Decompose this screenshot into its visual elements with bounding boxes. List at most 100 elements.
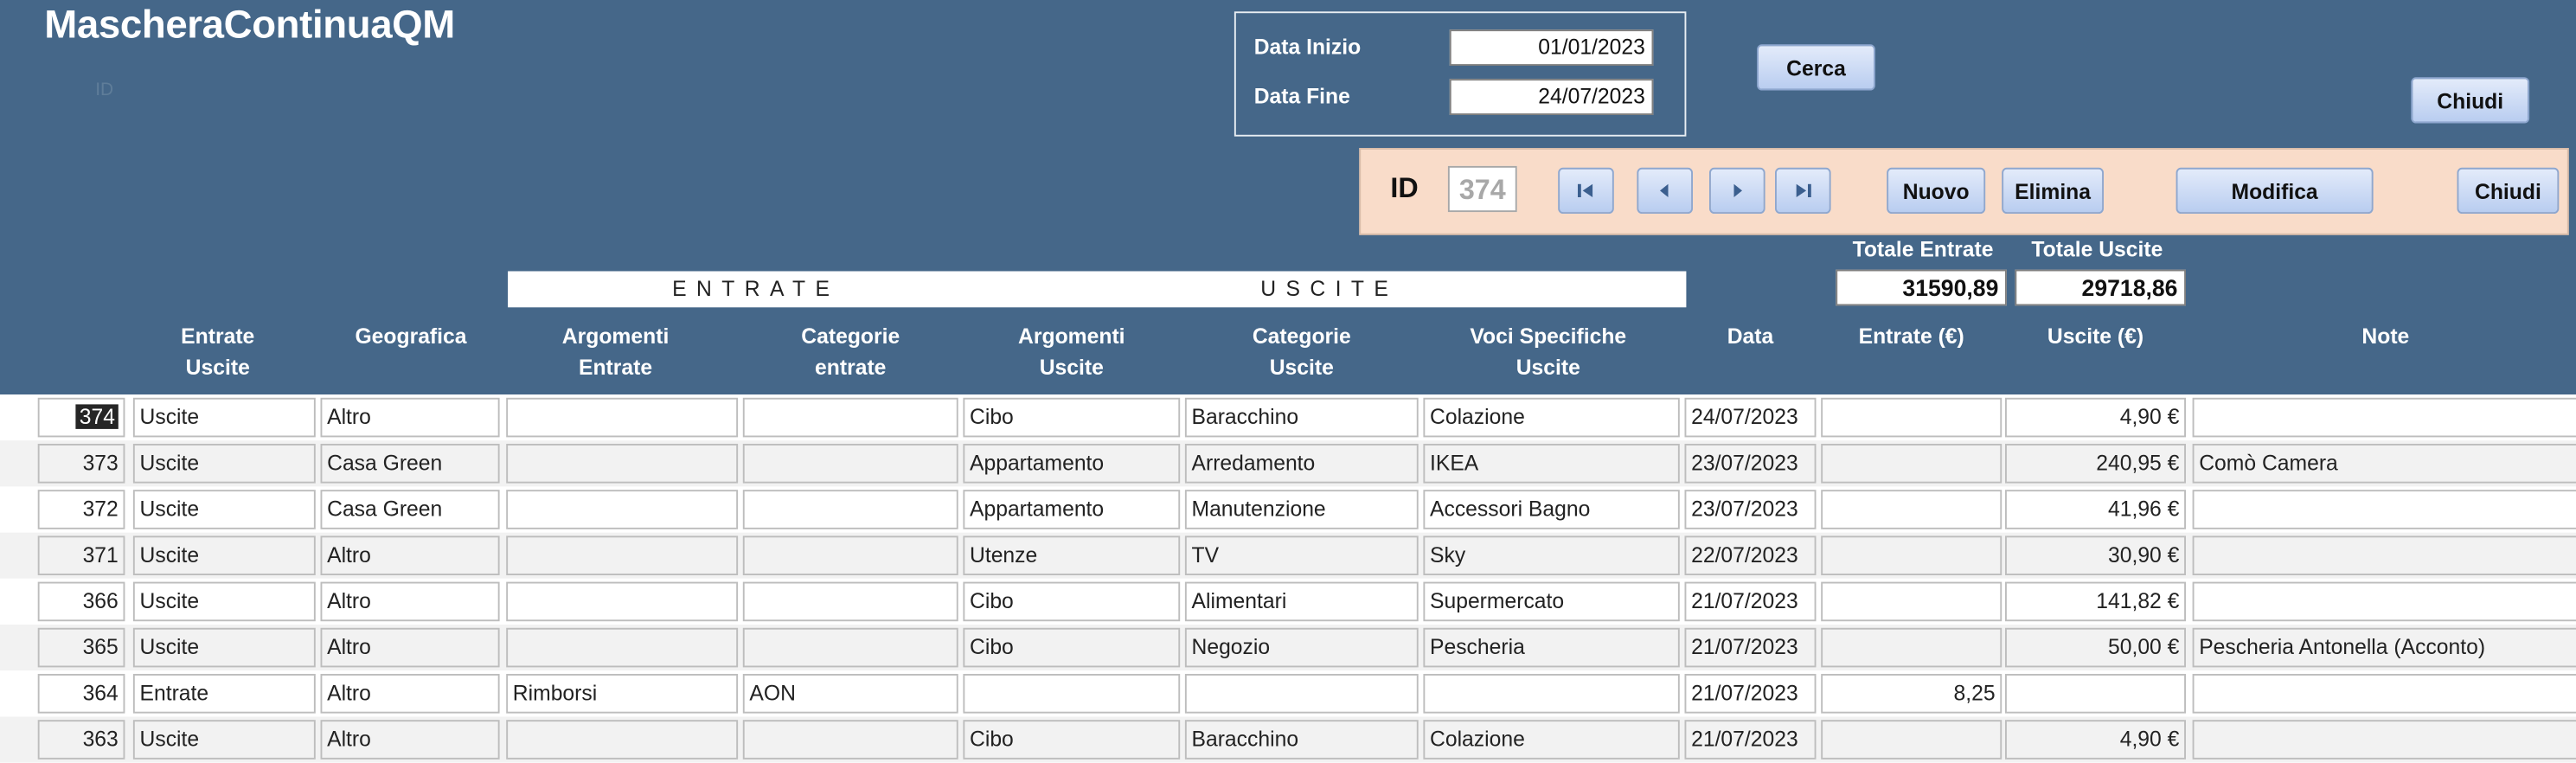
cat-uscite-cell[interactable]: Baracchino [1185, 720, 1419, 760]
arg-uscite-cell[interactable] [963, 674, 1180, 714]
geografica-cell[interactable]: Casa Green [321, 444, 500, 484]
arg-entrate-cell[interactable]: Rimborsi [506, 674, 738, 714]
uscite-eur-cell[interactable]: 30,90 € [2005, 535, 2186, 575]
entrate-eur-cell[interactable] [1821, 535, 2002, 575]
note-cell[interactable] [2193, 582, 2576, 622]
cat-uscite-cell[interactable]: Manutenzione [1185, 490, 1419, 529]
voce-specifica-cell[interactable]: Colazione [1423, 720, 1679, 760]
geografica-cell[interactable]: Altro [321, 398, 500, 438]
geografica-cell[interactable]: Altro [321, 674, 500, 714]
entrate-eur-cell[interactable] [1821, 628, 2002, 668]
tipo-cell[interactable]: Entrate [133, 674, 316, 714]
arg-uscite-cell[interactable]: Utenze [963, 535, 1180, 575]
id-cell[interactable]: 374 [38, 398, 125, 438]
cat-uscite-cell[interactable]: Alimentari [1185, 582, 1419, 622]
geografica-cell[interactable]: Altro [321, 628, 500, 668]
voce-specifica-cell[interactable] [1423, 674, 1679, 714]
data-cell[interactable]: 21/07/2023 [1685, 582, 1817, 622]
geografica-cell[interactable]: Casa Green [321, 490, 500, 529]
id-cell[interactable]: 363 [38, 720, 125, 760]
note-cell[interactable] [2193, 535, 2576, 575]
tipo-cell[interactable]: Uscite [133, 398, 316, 438]
voce-specifica-cell[interactable]: IKEA [1423, 444, 1679, 484]
new-record-button[interactable]: Nuovo [1887, 168, 1985, 214]
last-record-button[interactable] [1775, 168, 1831, 214]
close-button-nav[interactable]: Chiudi [2457, 168, 2560, 214]
first-record-button[interactable] [1558, 168, 1614, 214]
record-row[interactable]: 373UsciteCasa GreenAppartamentoArredamen… [0, 440, 2576, 486]
note-cell[interactable] [2193, 490, 2576, 529]
data-cell[interactable]: 23/07/2023 [1685, 490, 1817, 529]
cat-entrate-cell[interactable] [743, 535, 958, 575]
next-record-button[interactable] [1709, 168, 1765, 214]
id-cell[interactable]: 371 [38, 535, 125, 575]
record-row[interactable]: 366UsciteAltroCiboAlimentariSupermercato… [0, 579, 2576, 625]
previous-record-button[interactable] [1637, 168, 1693, 214]
entrate-eur-cell[interactable] [1821, 444, 2002, 484]
voce-specifica-cell[interactable]: Sky [1423, 535, 1679, 575]
cat-entrate-cell[interactable] [743, 490, 958, 529]
voce-specifica-cell[interactable]: Colazione [1423, 398, 1679, 438]
end-date-field[interactable]: 24/07/2023 [1450, 79, 1654, 115]
note-cell[interactable]: Comò Camera [2193, 444, 2576, 484]
cat-entrate-cell[interactable] [743, 444, 958, 484]
uscite-eur-cell[interactable]: 4,90 € [2005, 398, 2186, 438]
cat-uscite-cell[interactable]: TV [1185, 535, 1419, 575]
record-id-field[interactable]: 374 [1448, 166, 1517, 212]
cat-entrate-cell[interactable] [743, 398, 958, 438]
tipo-cell[interactable]: Uscite [133, 490, 316, 529]
note-cell[interactable] [2193, 398, 2576, 438]
voce-specifica-cell[interactable]: Supermercato [1423, 582, 1679, 622]
id-cell[interactable]: 364 [38, 674, 125, 714]
entrate-eur-cell[interactable] [1821, 490, 2002, 529]
uscite-eur-cell[interactable]: 240,95 € [2005, 444, 2186, 484]
data-cell[interactable]: 21/07/2023 [1685, 628, 1817, 668]
delete-record-button[interactable]: Elimina [2002, 168, 2104, 214]
record-row[interactable]: 372UsciteCasa GreenAppartamentoManutenzi… [0, 486, 2576, 532]
arg-uscite-cell[interactable]: Cibo [963, 398, 1180, 438]
cat-uscite-cell[interactable]: Arredamento [1185, 444, 1419, 484]
data-cell[interactable]: 21/07/2023 [1685, 720, 1817, 760]
arg-uscite-cell[interactable]: Cibo [963, 582, 1180, 622]
note-cell[interactable]: Pescheria Antonella (Acconto) [2193, 628, 2576, 668]
geografica-cell[interactable]: Altro [321, 582, 500, 622]
record-row[interactable]: 371UsciteAltro UtenzeTVSky22/07/2023 30,90… [0, 533, 2576, 579]
voce-specifica-cell[interactable]: Accessori Bagno [1423, 490, 1679, 529]
arg-entrate-cell[interactable] [506, 720, 738, 760]
data-cell[interactable]: 24/07/2023 [1685, 398, 1817, 438]
note-cell[interactable] [2193, 674, 2576, 714]
cat-entrate-cell[interactable] [743, 720, 958, 760]
uscite-eur-cell[interactable]: 41,96 € [2005, 490, 2186, 529]
close-button-top[interactable]: Chiudi [2411, 77, 2529, 123]
tipo-cell[interactable]: Uscite [133, 628, 316, 668]
edit-record-button[interactable]: Modifica [2176, 168, 2374, 214]
entrate-eur-cell[interactable] [1821, 582, 2002, 622]
id-cell[interactable]: 372 [38, 490, 125, 529]
start-date-field[interactable]: 01/01/2023 [1450, 29, 1654, 66]
tipo-cell[interactable]: Uscite [133, 535, 316, 575]
data-cell[interactable]: 22/07/2023 [1685, 535, 1817, 575]
cat-uscite-cell[interactable] [1185, 674, 1419, 714]
uscite-eur-cell[interactable]: 4,90 € [2005, 720, 2186, 760]
cat-entrate-cell[interactable] [743, 582, 958, 622]
arg-entrate-cell[interactable] [506, 582, 738, 622]
tipo-cell[interactable]: Uscite [133, 720, 316, 760]
arg-entrate-cell[interactable] [506, 628, 738, 668]
cat-uscite-cell[interactable]: Baracchino [1185, 398, 1419, 438]
voce-specifica-cell[interactable]: Pescheria [1423, 628, 1679, 668]
data-cell[interactable]: 23/07/2023 [1685, 444, 1817, 484]
uscite-eur-cell[interactable]: 141,82 € [2005, 582, 2186, 622]
entrate-eur-cell[interactable] [1821, 398, 2002, 438]
uscite-eur-cell[interactable]: 50,00 € [2005, 628, 2186, 668]
search-button[interactable]: Cerca [1757, 44, 1875, 90]
cat-entrate-cell[interactable]: AON [743, 674, 958, 714]
geografica-cell[interactable]: Altro [321, 535, 500, 575]
arg-uscite-cell[interactable]: Cibo [963, 628, 1180, 668]
uscite-eur-cell[interactable] [2005, 674, 2186, 714]
arg-uscite-cell[interactable]: Cibo [963, 720, 1180, 760]
arg-entrate-cell[interactable] [506, 398, 738, 438]
note-cell[interactable] [2193, 720, 2576, 760]
tipo-cell[interactable]: Uscite [133, 444, 316, 484]
record-row[interactable]: 374UsciteAltro CiboBaracchinoColazione24/… [0, 394, 2576, 440]
id-cell[interactable]: 366 [38, 582, 125, 622]
